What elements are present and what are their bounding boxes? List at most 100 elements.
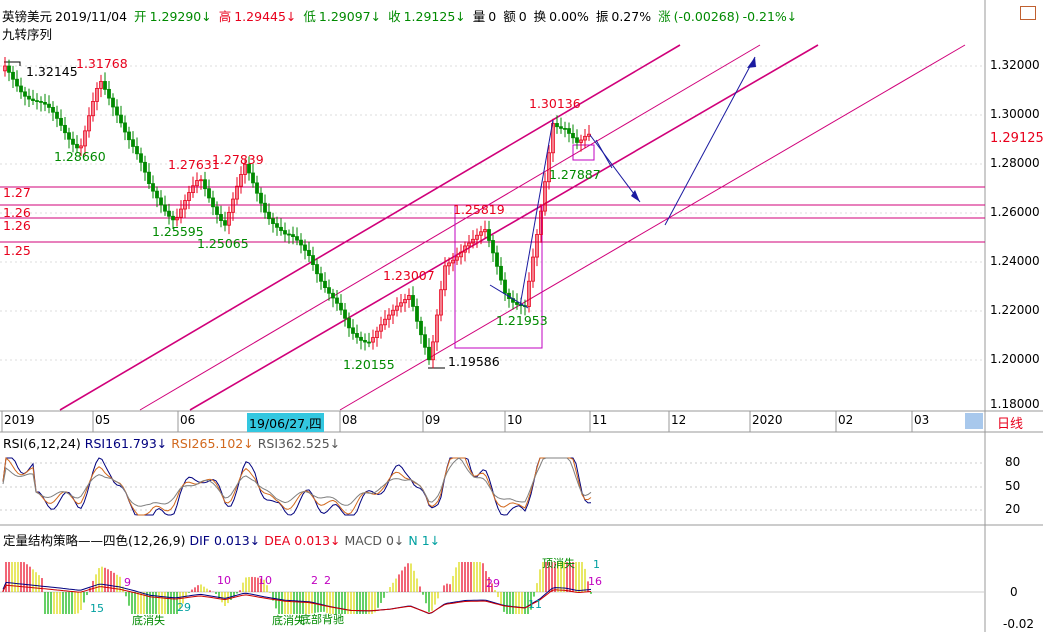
candle-body	[107, 88, 111, 99]
time-tick-label: 10	[507, 413, 523, 427]
candle-body	[171, 215, 175, 221]
current-price-label: 1.29125	[990, 131, 1043, 146]
candle-body	[339, 302, 343, 311]
time-tick-label: 03	[914, 413, 930, 427]
candle-body	[255, 182, 259, 194]
macd-note: 9	[124, 576, 131, 589]
macd-signal-text: 底部背驰	[300, 613, 344, 626]
candle-body	[23, 91, 27, 97]
candle-body	[35, 100, 39, 102]
n-label: N	[408, 533, 418, 548]
time-tick-label: 11	[592, 413, 608, 427]
n-value: 1↓	[421, 533, 441, 548]
candle-body	[411, 295, 415, 307]
trend-arrow	[595, 139, 613, 169]
high-annotation: 1.31768	[76, 56, 128, 71]
dif-value: 0.013↓	[213, 533, 261, 548]
candle-body	[415, 306, 419, 322]
candle-body	[27, 95, 31, 100]
low-annotation: 1.25595	[152, 224, 204, 239]
candle-body	[311, 255, 315, 265]
candle-body	[323, 280, 327, 289]
price-tick-label: 1.26000	[990, 205, 1040, 219]
scroll-button[interactable]	[965, 413, 983, 429]
low-annotation: 1.21953	[496, 313, 548, 328]
macd-note: 1	[593, 558, 600, 571]
low-annotation: 1.27887	[549, 167, 601, 182]
candle-body	[207, 188, 211, 199]
macd-note: 2	[311, 574, 318, 587]
candle-body	[495, 252, 499, 267]
candle-body	[303, 244, 307, 251]
candle-body	[419, 320, 423, 336]
candle-body	[275, 223, 279, 228]
extreme-high-label: 1.32145	[26, 64, 78, 79]
candle-body	[307, 249, 311, 256]
candle-body	[295, 236, 299, 241]
candle-body	[215, 206, 219, 215]
time-tick-label: 2020	[752, 413, 783, 427]
candle-body	[515, 301, 519, 305]
candle-body	[63, 124, 67, 134]
price-tick-label: 1.32000	[990, 58, 1040, 72]
macd-note: 29	[486, 577, 500, 590]
macd-label: MACD	[344, 533, 382, 548]
time-tick-label: 06	[180, 413, 196, 427]
candle-body	[423, 334, 427, 348]
candle-body	[491, 240, 495, 254]
channel-line	[339, 44, 966, 411]
candle-body	[51, 107, 55, 113]
dea-value: 0.013↓	[294, 533, 341, 548]
candle-body	[279, 226, 283, 231]
candle-body	[163, 204, 167, 212]
candle-body	[563, 127, 567, 130]
candle-body	[251, 172, 255, 184]
date-cursor-label: 19/06/27,四	[247, 413, 324, 432]
candle-body	[135, 146, 139, 155]
macd-note: 11	[528, 598, 542, 611]
candle-body	[347, 317, 351, 329]
candle-body	[319, 273, 323, 282]
candle-body	[71, 138, 75, 145]
candle-body	[503, 279, 507, 294]
rsi-tick-label: 50	[1005, 479, 1021, 493]
time-tick-label: 09	[425, 413, 441, 427]
candle-body	[147, 171, 151, 184]
macd-title: 定量结构策略——四色(12,26,9)	[3, 533, 186, 548]
candle-body	[363, 339, 367, 343]
candle-body	[123, 122, 127, 133]
candle-body	[55, 111, 59, 119]
rsi3-label: RSI3	[257, 436, 286, 451]
candle-body	[223, 220, 227, 226]
candle-body	[219, 214, 223, 221]
candle-body	[287, 233, 291, 236]
trend-arrow	[519, 119, 554, 307]
price-tick-label: 1.24000	[990, 254, 1040, 268]
candle-body	[343, 309, 347, 319]
period-selector[interactable]: 日线	[997, 413, 1023, 432]
candle-body	[211, 197, 215, 208]
candle-body	[335, 297, 339, 304]
candle-body	[575, 137, 579, 143]
macd-value: 0↓	[385, 533, 405, 548]
extreme-low-label: 1.19586	[448, 354, 500, 369]
macd-note: 10	[258, 574, 272, 587]
candle-body	[119, 114, 123, 124]
high-marker	[4, 61, 21, 66]
candle-body	[47, 103, 51, 108]
level-label: 1.26	[3, 218, 31, 233]
rsi1-value: 61.793↓	[113, 436, 168, 451]
level-label: 1.27	[3, 185, 31, 200]
candle-body	[291, 234, 295, 237]
rsi1-label: RSI1	[84, 436, 114, 451]
candle-body	[151, 183, 155, 192]
time-tick-label: 2019	[4, 413, 35, 427]
candle-body	[327, 287, 331, 294]
rsi-title: RSI(6,12,24)	[3, 436, 81, 451]
candle-body	[355, 333, 359, 338]
candle-body	[259, 192, 263, 204]
candle-body	[567, 128, 571, 134]
high-annotation: 1.23007	[383, 268, 435, 283]
candle-body	[283, 230, 287, 235]
macd-note: 16	[588, 575, 602, 588]
